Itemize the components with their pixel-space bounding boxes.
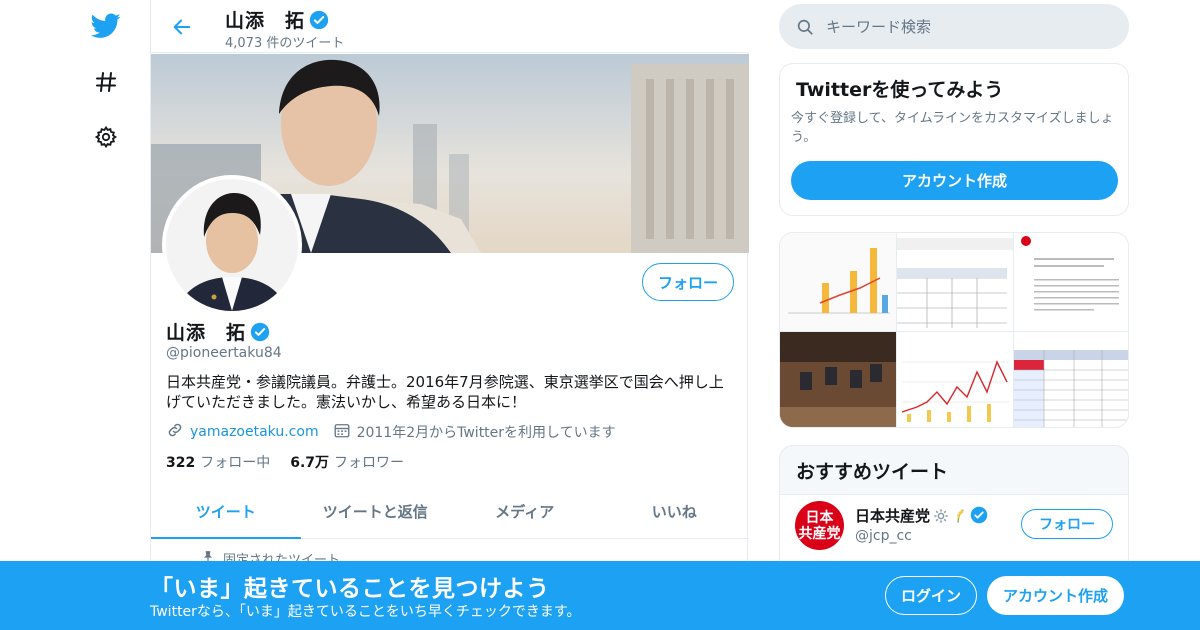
- follow-button[interactable]: フォロー: [642, 263, 734, 301]
- explore-hashtag-icon[interactable]: [90, 66, 122, 98]
- media-thumb-document[interactable]: [1014, 233, 1128, 331]
- profile-tabs: ツイート ツイートと返信 メディア いいね: [151, 485, 749, 539]
- recommended-account-handle: @jcp_cc: [855, 528, 912, 544]
- profile-bio: 日本共産党・参議院議員。弁護士。2016年7月参院選、東京選挙区で国会へ押し上げ…: [166, 373, 724, 411]
- followers-count: 6.7万: [290, 455, 330, 471]
- followers-label: フォロワー: [334, 455, 405, 471]
- media-thumb-line-chart[interactable]: [897, 332, 1013, 427]
- gear-emoji-icon: [932, 507, 950, 525]
- media-grid: [779, 232, 1129, 428]
- tab-tweets[interactable]: ツイート: [151, 485, 301, 539]
- recommended-account-name-wrap: 日本共産党: [855, 505, 990, 526]
- login-button[interactable]: ログイン: [885, 576, 977, 615]
- settings-gear-icon[interactable]: [90, 121, 122, 153]
- search-icon: [796, 18, 814, 36]
- search-box[interactable]: キーワード検索: [779, 4, 1129, 49]
- following-stat[interactable]: 322 フォロー中: [166, 452, 270, 472]
- profile-website-link[interactable]: yamazoetaku.com: [190, 424, 319, 440]
- profile-column: 山添 拓 4,073 件のツイート フォロー 山添 拓 @pioneertaku…: [150, 0, 749, 630]
- profile-meta: yamazoetaku.com 2011年2月からTwitterを利用しています: [166, 421, 616, 443]
- link-icon: [166, 421, 184, 443]
- recommended-follow-button[interactable]: フォロー: [1021, 509, 1113, 539]
- recommended-title: おすすめツイート: [796, 461, 949, 483]
- verified-badge-icon: [970, 506, 990, 526]
- header-name-text: 山添 拓: [225, 10, 306, 32]
- bottom-bar-title: 「いま」起きていることを見つけよう: [150, 576, 550, 602]
- profile-header-bar: 山添 拓 4,073 件のツイート: [151, 0, 749, 53]
- header-name: 山添 拓: [225, 6, 329, 33]
- search-input[interactable]: キーワード検索: [826, 16, 931, 37]
- signup-card-title: Twitterを使ってみよう: [796, 79, 1004, 101]
- joined-date: 2011年2月からTwitterを利用しています: [356, 425, 616, 441]
- recommended-tweets-card: おすすめツイート 日本 共産党 日本共産党 @jcp_cc フォロー: [779, 445, 1129, 575]
- twitter-logo-icon[interactable]: [90, 10, 122, 42]
- media-thumb-chart[interactable]: [780, 233, 896, 331]
- page: 山添 拓 4,073 件のツイート フォロー 山添 拓 @pioneertaku…: [0, 0, 1200, 630]
- tab-likes[interactable]: いいね: [600, 485, 750, 538]
- tab-tweets-and-replies[interactable]: ツイートと返信: [301, 485, 451, 538]
- media-thumb-table[interactable]: [897, 233, 1013, 331]
- create-account-button[interactable]: アカウント作成: [791, 161, 1118, 200]
- tweet-count: 4,073 件のツイート: [225, 36, 345, 51]
- bottom-signup-bar: 「いま」起きていることを見つけよう Twitterなら、「いま」起きていることを…: [0, 561, 1200, 630]
- profile-handle: @pioneertaku84: [166, 345, 282, 361]
- signup-card: Twitterを使ってみよう 今すぐ登録して、タイムラインをカスタマイズしましょ…: [779, 63, 1129, 216]
- profile-avatar[interactable]: [162, 175, 302, 315]
- bottom-bar-subtitle: Twitterなら、「いま」起きていることをいち早くチェックできます。: [150, 604, 581, 620]
- following-count: 322: [166, 455, 196, 471]
- media-thumb-stats-table[interactable]: [1014, 332, 1128, 427]
- jcp-logo-avatar[interactable]: 日本 共産党: [795, 501, 844, 550]
- profile-name: 山添 拓: [166, 318, 270, 345]
- followers-stat[interactable]: 6.7万 フォロワー: [290, 452, 404, 472]
- verified-badge-icon: [309, 10, 329, 30]
- signup-card-description: 今すぐ登録して、タイムラインをカスタマイズしましょう。: [791, 111, 1114, 145]
- signup-button[interactable]: アカウント作成: [987, 576, 1124, 615]
- rice-plant-emoji-icon: [950, 507, 966, 525]
- media-thumb-diet-session[interactable]: [780, 332, 896, 427]
- profile-stats: 322 フォロー中 6.7万 フォロワー: [166, 452, 424, 472]
- verified-badge-icon: [250, 322, 270, 342]
- back-arrow-icon[interactable]: [167, 12, 197, 42]
- profile-name-text: 山添 拓: [166, 322, 247, 344]
- recommended-account-name: 日本共産党: [855, 507, 931, 525]
- tab-media[interactable]: メディア: [450, 485, 600, 538]
- calendar-icon: [333, 421, 351, 443]
- following-label: フォロー中: [200, 455, 271, 471]
